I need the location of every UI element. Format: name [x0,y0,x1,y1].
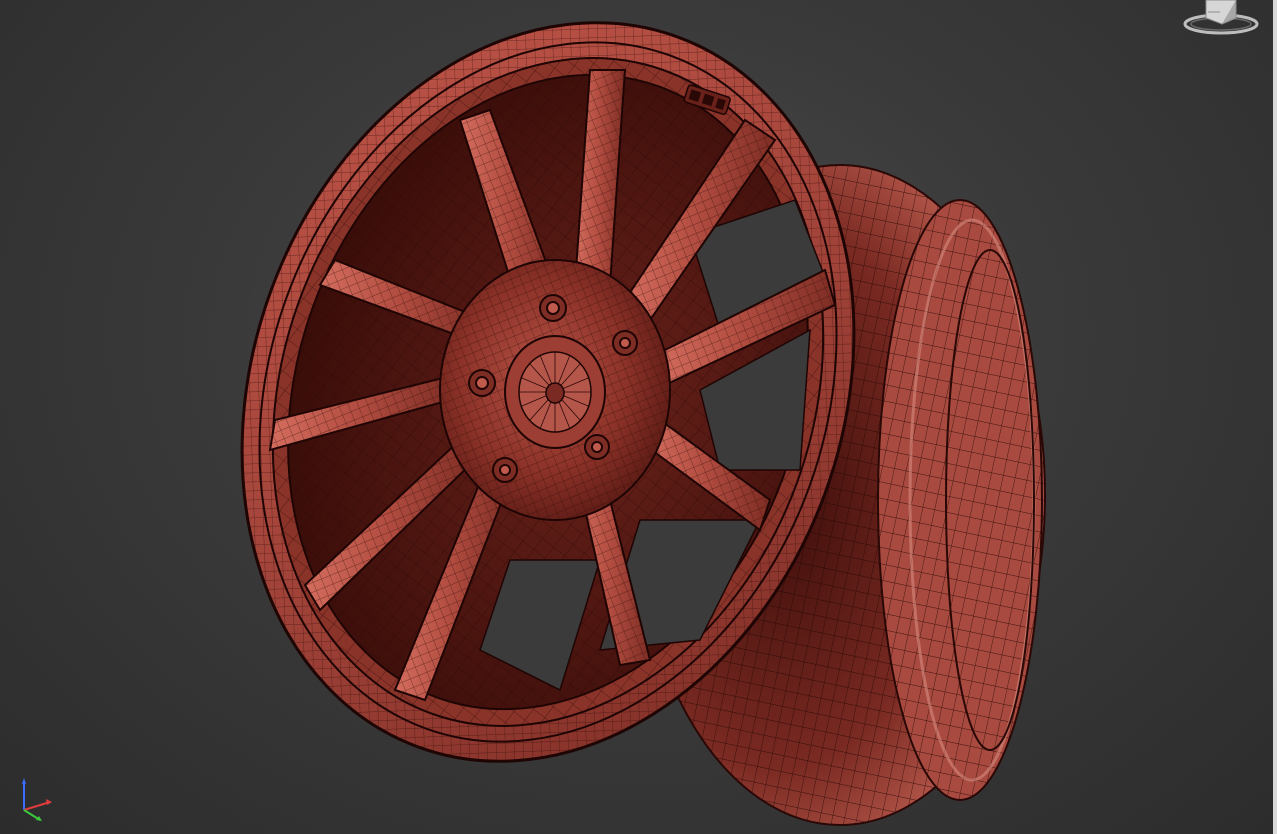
viewport-border [1273,0,1277,834]
3d-viewport[interactable] [0,0,1277,834]
wheel-model[interactable] [0,0,1277,834]
axis-tripod-icon [22,778,52,821]
viewcube-icon[interactable] [1178,0,1264,40]
